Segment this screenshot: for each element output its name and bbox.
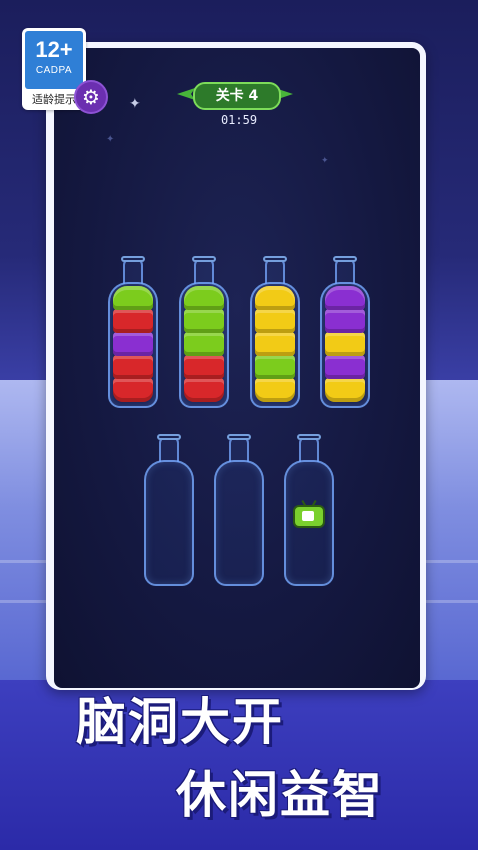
age-rating-number: 12+ bbox=[35, 37, 73, 62]
bottle[interactable] bbox=[108, 256, 158, 408]
color-layer-red bbox=[113, 355, 153, 379]
color-layer-red bbox=[184, 378, 224, 402]
bottle[interactable] bbox=[144, 434, 194, 586]
color-layer-green bbox=[184, 286, 224, 310]
bottle-body bbox=[108, 282, 158, 408]
level-label: 关卡 4 bbox=[193, 82, 281, 110]
slogan-line-2: 休闲益智 bbox=[176, 766, 384, 824]
color-layer-yellow bbox=[255, 332, 295, 356]
color-layer-red bbox=[184, 355, 224, 379]
color-layer-yellow bbox=[255, 309, 295, 333]
color-layer-yellow bbox=[255, 286, 295, 310]
bottle-cap bbox=[121, 256, 145, 262]
gear-icon: ⚙ bbox=[82, 85, 100, 109]
color-layer-purple bbox=[325, 286, 365, 310]
star-decoration: ✦ bbox=[106, 134, 115, 145]
bottle-cap bbox=[192, 256, 216, 262]
timer: 01:59 bbox=[220, 113, 258, 127]
color-layer-green bbox=[184, 332, 224, 356]
color-layer-green bbox=[255, 355, 295, 379]
slogan-line-1: 脑洞大开 bbox=[76, 693, 284, 751]
color-layer-yellow bbox=[325, 332, 365, 356]
bottle-body bbox=[320, 282, 370, 408]
color-layer-yellow bbox=[325, 378, 365, 402]
bottle[interactable] bbox=[214, 434, 264, 586]
bottle[interactable] bbox=[250, 256, 300, 408]
bottle-cap bbox=[227, 434, 251, 440]
color-layer-red bbox=[113, 309, 153, 333]
bottle[interactable] bbox=[179, 256, 229, 408]
color-layer-green bbox=[113, 286, 153, 310]
watch-video-button[interactable] bbox=[293, 499, 325, 528]
bottle-cap bbox=[157, 434, 181, 440]
color-layer-purple bbox=[325, 355, 365, 379]
settings-button[interactable]: ⚙ bbox=[74, 80, 108, 114]
bottle-cap bbox=[297, 434, 321, 440]
color-layer-yellow bbox=[255, 378, 295, 402]
age-rating-box: 12+ CADPA bbox=[25, 31, 83, 89]
bottle-body bbox=[214, 460, 264, 586]
age-rating-org: CADPA bbox=[35, 65, 73, 76]
bottle-cap bbox=[333, 256, 357, 262]
bottle-body bbox=[179, 282, 229, 408]
bottle[interactable] bbox=[320, 256, 370, 408]
level-banner: 关卡 4 bbox=[175, 80, 295, 110]
color-layer-red bbox=[113, 378, 153, 402]
bottle-body bbox=[144, 460, 194, 586]
star-decoration: ✦ bbox=[321, 156, 329, 166]
bottle-body bbox=[250, 282, 300, 408]
color-layer-green bbox=[184, 309, 224, 333]
play-icon bbox=[302, 511, 314, 521]
color-layer-purple bbox=[113, 332, 153, 356]
bottle-cap bbox=[263, 256, 287, 262]
color-layer-purple bbox=[325, 309, 365, 333]
star-decoration: ✦ bbox=[129, 96, 141, 112]
